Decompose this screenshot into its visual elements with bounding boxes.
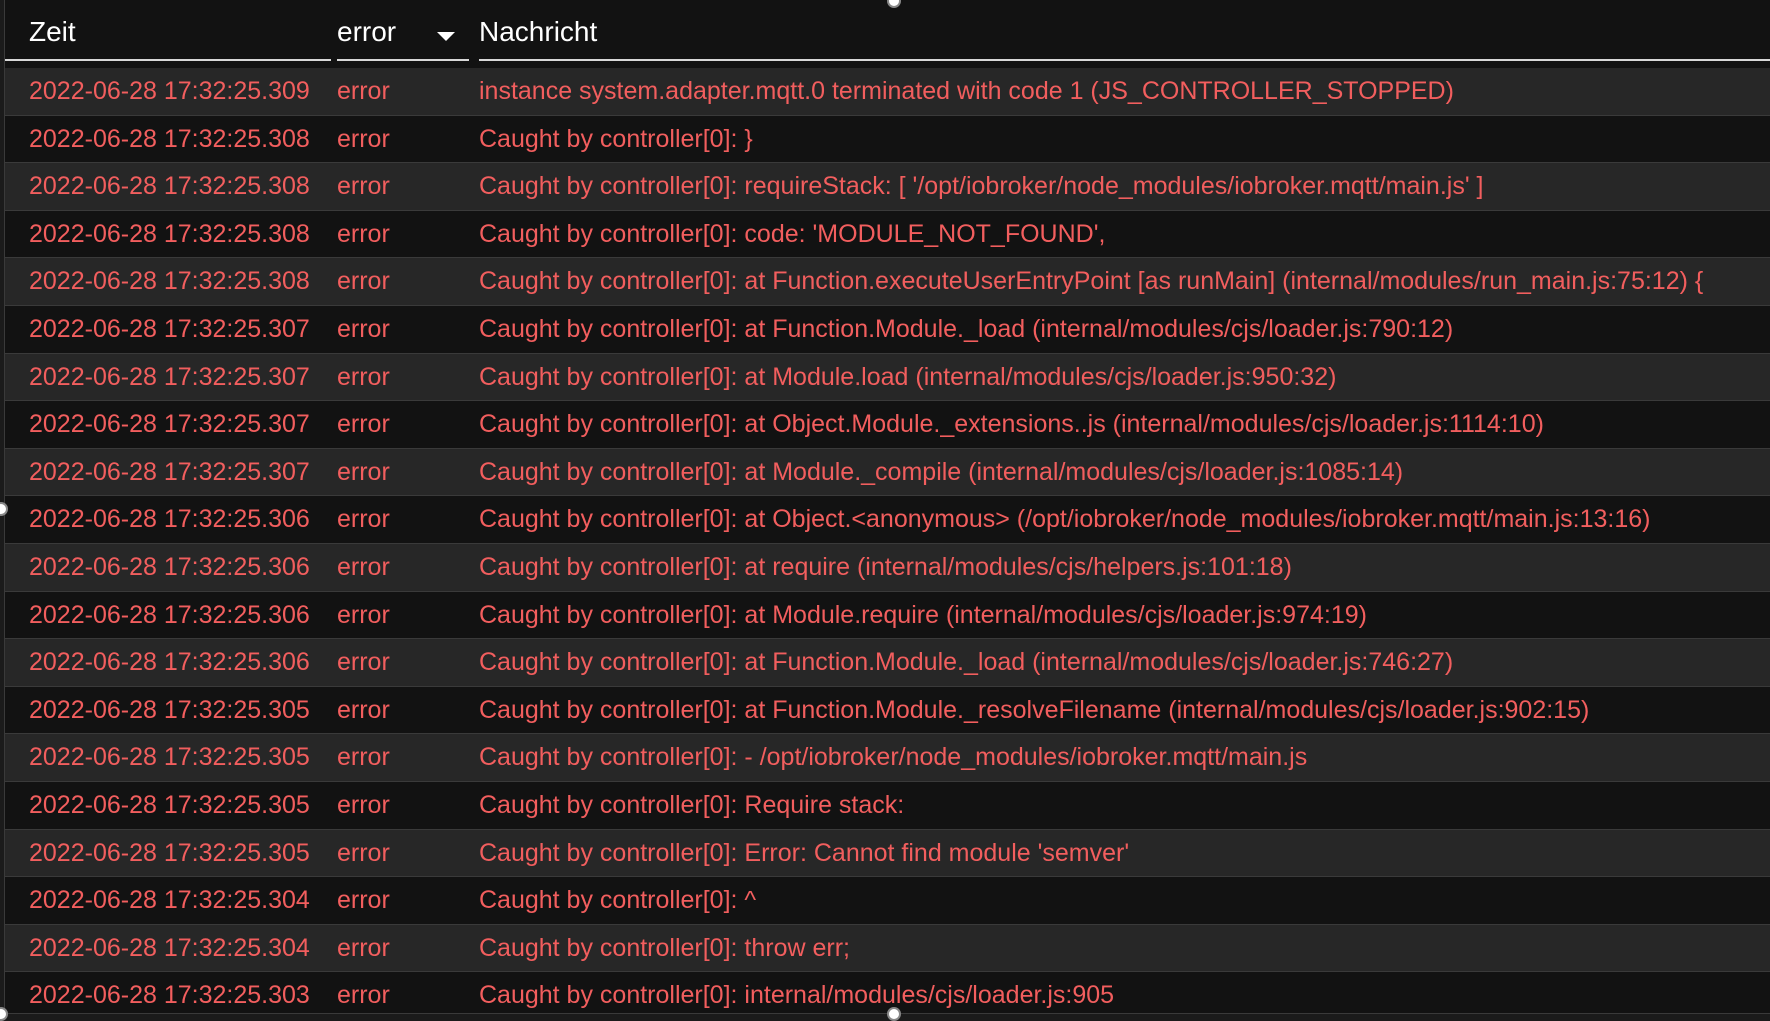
- log-time: 2022-06-28 17:32:25.306: [29, 505, 310, 534]
- column-header-time[interactable]: Zeit: [29, 14, 76, 50]
- column-header-message[interactable]: Nachricht: [479, 14, 597, 50]
- log-message: Caught by controller[0]: at Module._comp…: [479, 457, 1404, 486]
- log-time: 2022-06-28 17:32:25.304: [29, 886, 310, 915]
- log-severity: error: [337, 886, 390, 915]
- log-row[interactable]: 2022-06-28 17:32:25.308 error Caught by co…: [5, 210, 1770, 259]
- log-time: 2022-06-28 17:32:25.308: [29, 124, 310, 153]
- log-row[interactable]: 2022-06-28 17:32:25.307 error Caught by co…: [5, 305, 1770, 354]
- log-row[interactable]: 2022-06-28 17:32:25.305 error Caught by co…: [5, 734, 1770, 782]
- log-time: 2022-06-28 17:32:25.306: [29, 600, 310, 629]
- log-severity: error: [337, 314, 390, 343]
- log-time: 2022-06-28 17:32:25.305: [29, 838, 310, 867]
- log-message: Caught by controller[0]: internal/module…: [479, 981, 1115, 1010]
- log-message: Caught by controller[0]: at Function.Mod…: [479, 695, 1590, 724]
- log-row[interactable]: 2022-06-28 17:32:25.305 error Caught by co…: [5, 686, 1770, 735]
- log-message: Caught by controller[0]: }: [479, 124, 753, 153]
- log-time: 2022-06-28 17:32:25.307: [29, 410, 310, 439]
- log-row[interactable]: 2022-06-28 17:32:25.303 error Caught by co…: [5, 972, 1770, 1013]
- log-row[interactable]: 2022-06-28 17:32:25.306 error Caught by co…: [5, 639, 1770, 687]
- log-time: 2022-06-28 17:32:25.309: [29, 77, 310, 105]
- log-row[interactable]: 2022-06-28 17:32:25.305 error Caught by co…: [5, 829, 1770, 878]
- log-time: 2022-06-28 17:32:25.308: [29, 172, 310, 201]
- log-message: Caught by controller[0]: at Function.Mod…: [479, 314, 1454, 343]
- log-severity: error: [337, 743, 390, 772]
- log-message: Caught by controller[0]: at Module.requi…: [479, 600, 1367, 629]
- header-divider-message: [479, 59, 1770, 61]
- log-row[interactable]: 2022-06-28 17:32:25.304 error Caught by co…: [5, 924, 1770, 973]
- log-rows: 2022-06-28 17:32:25.309 error instance sys…: [5, 68, 1770, 1013]
- log-severity: error: [337, 267, 390, 296]
- log-message: Caught by controller[0]: at Object.Modul…: [479, 410, 1544, 439]
- log-severity: error: [337, 933, 390, 962]
- log-time: 2022-06-28 17:32:25.308: [29, 219, 310, 248]
- log-message: Caught by controller[0]: at require (int…: [479, 552, 1292, 581]
- log-message: Caught by controller[0]: requireStack: […: [479, 172, 1484, 201]
- log-row[interactable]: 2022-06-28 17:32:25.308 error Caught by co…: [5, 258, 1770, 306]
- log-message: Caught by controller[0]: at Function.exe…: [479, 267, 1704, 296]
- log-time: 2022-06-28 17:32:25.305: [29, 695, 310, 724]
- log-time: 2022-06-28 17:32:25.306: [29, 552, 310, 581]
- log-severity: error: [337, 172, 390, 201]
- log-message: Caught by controller[0]: Require stack:: [479, 790, 905, 819]
- log-row[interactable]: 2022-06-28 17:32:25.307 error Caught by co…: [5, 448, 1770, 497]
- log-severity: error: [337, 648, 390, 677]
- log-table-header: Zeit error Nachricht: [5, 0, 1770, 62]
- log-time: 2022-06-28 17:32:25.306: [29, 648, 310, 677]
- header-divider-severity: [337, 59, 469, 61]
- log-message: Caught by controller[0]: at Object.<anon…: [479, 505, 1651, 534]
- log-time: 2022-06-28 17:32:25.307: [29, 314, 310, 343]
- log-severity: error: [337, 124, 390, 153]
- log-severity: error: [337, 410, 390, 439]
- header-divider-time: [5, 59, 331, 61]
- log-message: Caught by controller[0]: Error: Cannot f…: [479, 838, 1130, 867]
- log-time: 2022-06-28 17:32:25.307: [29, 362, 310, 391]
- log-message: Caught by controller[0]: ^: [479, 886, 757, 915]
- log-message: instance system.adapter.mqtt.0 terminate…: [479, 77, 1454, 105]
- log-row[interactable]: 2022-06-28 17:32:25.308 error Caught by co…: [5, 115, 1770, 164]
- log-severity: error: [337, 77, 390, 105]
- log-row[interactable]: 2022-06-28 17:32:25.306 error Caught by co…: [5, 591, 1770, 640]
- log-row[interactable]: 2022-06-28 17:32:25.307 error Caught by co…: [5, 401, 1770, 449]
- severity-filter-select[interactable]: error: [337, 14, 396, 50]
- log-severity: error: [337, 362, 390, 391]
- log-message: Caught by controller[0]: code: 'MODULE_N…: [479, 219, 1106, 248]
- log-time: 2022-06-28 17:32:25.307: [29, 457, 310, 486]
- log-severity: error: [337, 838, 390, 867]
- log-severity: error: [337, 457, 390, 486]
- log-row[interactable]: 2022-06-28 17:32:25.309 error instance sys…: [5, 68, 1770, 116]
- log-message: Caught by controller[0]: at Function.Mod…: [479, 648, 1454, 677]
- log-severity: error: [337, 552, 390, 581]
- log-row[interactable]: 2022-06-28 17:32:25.304 error Caught by co…: [5, 877, 1770, 925]
- log-table: Zeit error Nachricht 2022-06-28 17:32:25…: [4, 0, 1770, 1014]
- log-time: 2022-06-28 17:32:25.305: [29, 790, 310, 819]
- log-time: 2022-06-28 17:32:25.305: [29, 743, 310, 772]
- log-row[interactable]: 2022-06-28 17:32:25.308 error Caught by co…: [5, 163, 1770, 211]
- log-severity: error: [337, 505, 390, 534]
- log-severity: error: [337, 219, 390, 248]
- log-row[interactable]: 2022-06-28 17:32:25.307 error Caught by co…: [5, 353, 1770, 402]
- log-row[interactable]: 2022-06-28 17:32:25.306 error Caught by co…: [5, 543, 1770, 592]
- log-message: Caught by controller[0]: throw err;: [479, 933, 850, 962]
- log-message: Caught by controller[0]: at Module.load …: [479, 362, 1337, 391]
- log-row[interactable]: 2022-06-28 17:32:25.306 error Caught by co…: [5, 496, 1770, 544]
- log-message: Caught by controller[0]: - /opt/iobroker…: [479, 743, 1308, 772]
- log-severity: error: [337, 695, 390, 724]
- log-time: 2022-06-28 17:32:25.304: [29, 933, 310, 962]
- log-time: 2022-06-28 17:32:25.308: [29, 267, 310, 296]
- log-severity: error: [337, 600, 390, 629]
- log-severity: error: [337, 790, 390, 819]
- chevron-down-icon[interactable]: [437, 32, 455, 41]
- log-severity: error: [337, 981, 390, 1010]
- log-time: 2022-06-28 17:32:25.303: [29, 981, 310, 1010]
- log-row[interactable]: 2022-06-28 17:32:25.305 error Caught by co…: [5, 781, 1770, 830]
